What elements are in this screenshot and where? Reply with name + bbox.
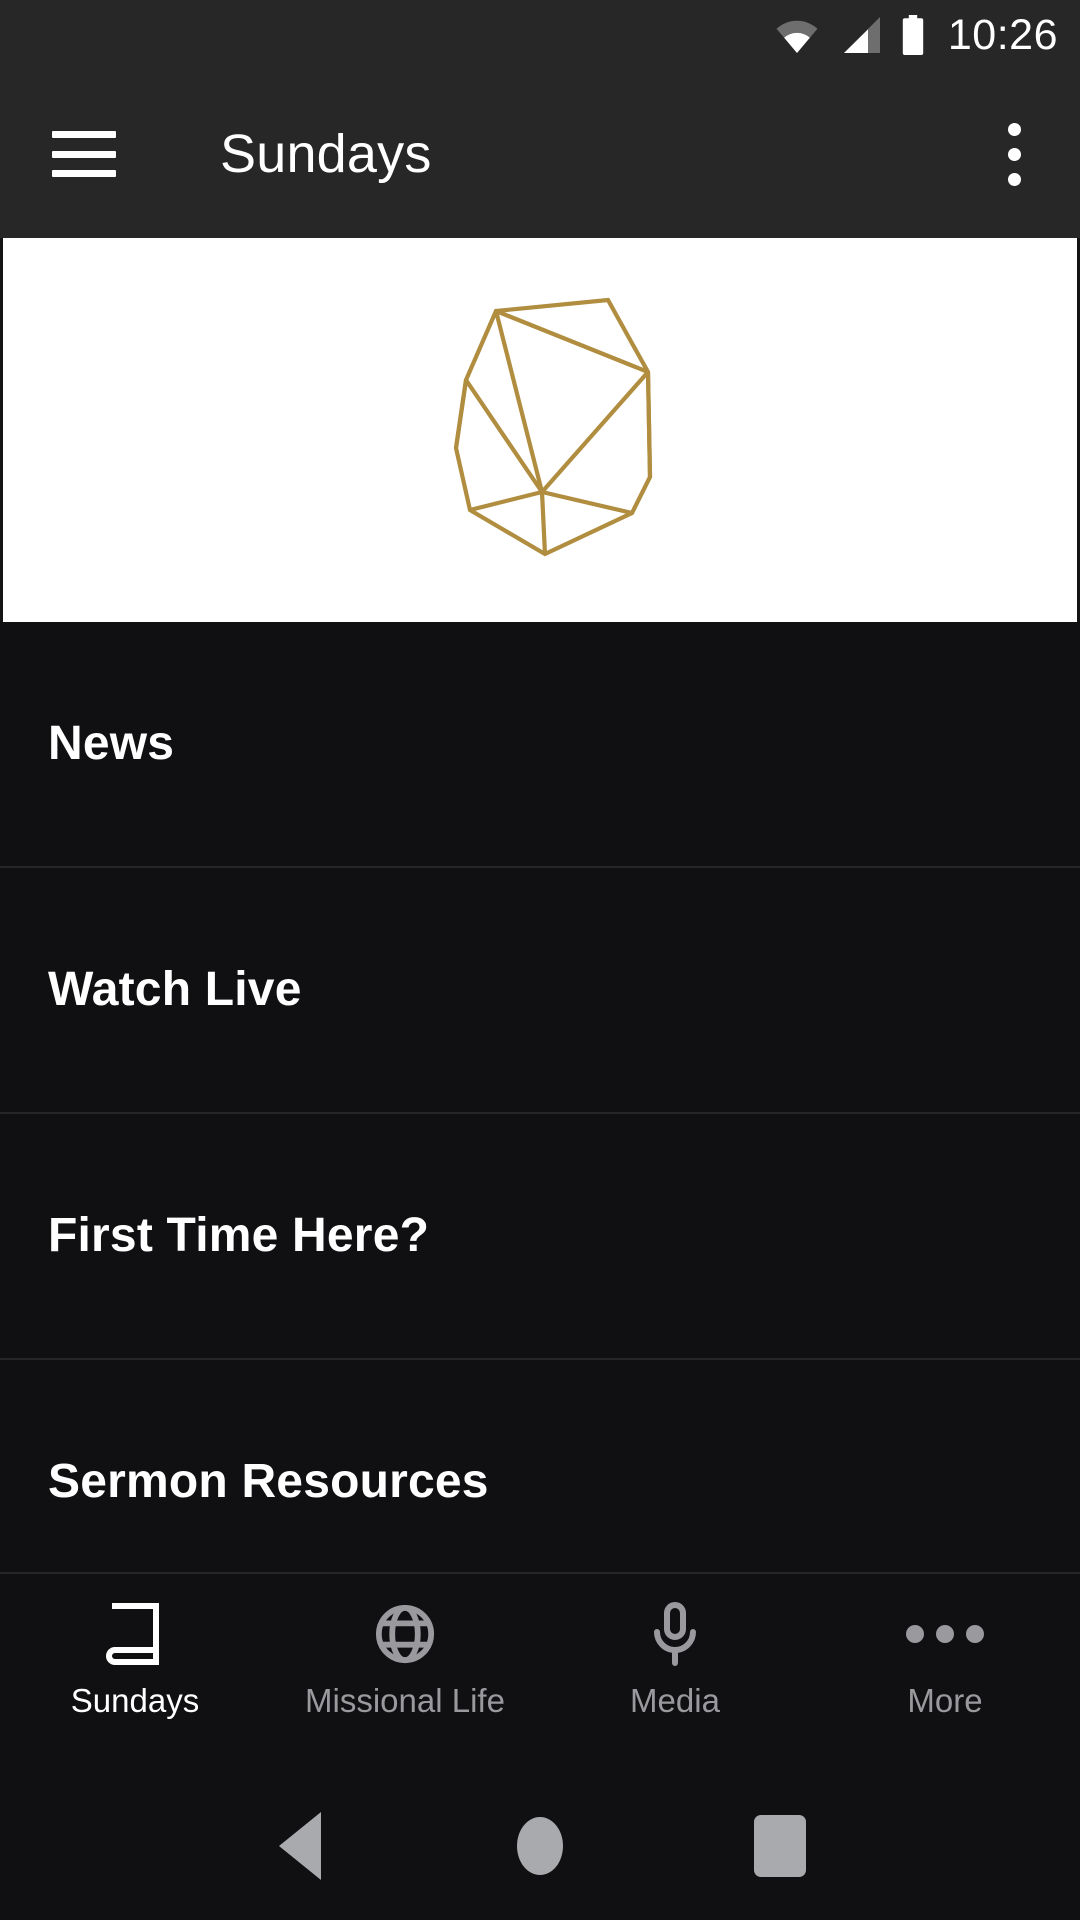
overflow-dot: [1007, 122, 1021, 136]
nav-tab-more[interactable]: More: [810, 1600, 1080, 1717]
home-circle-icon: [517, 1817, 563, 1875]
list-item-watch-live[interactable]: Watch Live: [0, 868, 1080, 1114]
cellular-signal-icon: [838, 17, 882, 53]
more-dot: [936, 1625, 954, 1643]
back-triangle-icon: [279, 1812, 321, 1880]
nav-tab-media[interactable]: Media: [540, 1600, 810, 1717]
hamburger-menu-icon[interactable]: [52, 131, 116, 177]
bottom-navigation: Sundays Missional Life Media More: [0, 1572, 1080, 1772]
list-item-label: First Time Here?: [48, 1209, 430, 1262]
logo-banner: [0, 238, 1080, 622]
hamburger-bar: [52, 131, 116, 138]
status-bar: 10:26: [0, 0, 1080, 70]
book-icon: [106, 1600, 164, 1668]
list-item-label: Sermon Resources: [48, 1455, 489, 1508]
list-item-first-time-here[interactable]: First Time Here?: [0, 1114, 1080, 1360]
app-bar: Sundays: [0, 70, 1080, 238]
hamburger-bar: [52, 170, 116, 177]
menu-list: News Watch Live First Time Here? Sermon …: [0, 622, 1080, 1572]
nav-tab-label: Missional Life: [305, 1682, 505, 1719]
wifi-icon: [774, 17, 820, 53]
nav-tab-label: More: [907, 1682, 983, 1719]
hamburger-bar: [52, 150, 116, 158]
more-dot: [966, 1625, 984, 1643]
list-item-label: News: [48, 717, 175, 770]
back-button[interactable]: [240, 1801, 360, 1891]
polygon-wireframe-logo: [453, 297, 653, 557]
home-button[interactable]: [480, 1801, 600, 1891]
more-dot: [906, 1625, 924, 1643]
more-vertical-icon[interactable]: [978, 106, 1050, 202]
page-title: Sundays: [220, 124, 432, 184]
nav-tab-sundays[interactable]: Sundays: [0, 1600, 270, 1717]
recents-square-icon: [754, 1815, 806, 1877]
globe-icon: [374, 1600, 436, 1668]
more-dots: [906, 1625, 984, 1643]
list-item-label: Watch Live: [48, 963, 302, 1016]
microphone-icon: [650, 1600, 700, 1668]
more-horizontal-icon: [906, 1600, 984, 1668]
nav-tab-label: Media: [630, 1682, 720, 1719]
recents-button[interactable]: [720, 1801, 840, 1891]
status-bar-clock: 10:26: [947, 10, 1058, 59]
overflow-dot: [1007, 147, 1021, 161]
nav-tab-missional-life[interactable]: Missional Life: [270, 1600, 540, 1717]
battery-icon: [900, 15, 926, 55]
status-icons: [774, 15, 926, 55]
app-screen: 10:26 Sundays News Watch Live First Time…: [0, 0, 1080, 1920]
android-system-nav: [0, 1772, 1080, 1920]
list-item-sermon-resources[interactable]: Sermon Resources: [0, 1360, 1080, 1572]
overflow-dot: [1007, 172, 1021, 186]
list-item-news[interactable]: News: [0, 622, 1080, 868]
nav-tab-label: Sundays: [70, 1682, 200, 1719]
